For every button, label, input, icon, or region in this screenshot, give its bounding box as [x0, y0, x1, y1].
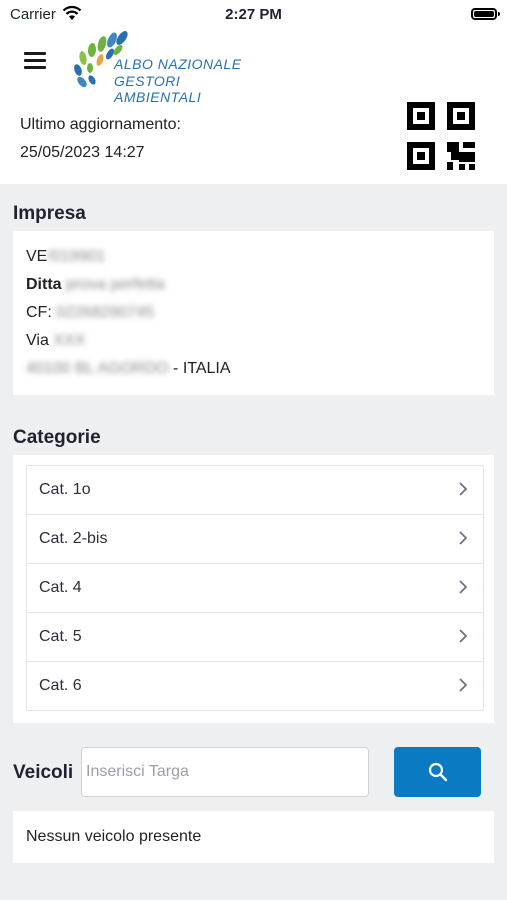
- category-label: Cat. 5: [39, 628, 82, 645]
- category-item-5[interactable]: Cat. 5: [27, 613, 483, 662]
- veicoli-title: Veicoli: [13, 762, 74, 783]
- last-update-label: Ultimo aggiornamento:: [20, 116, 181, 133]
- albo-logo: ALBO NAZIONALE GESTORI AMBIENTALI: [70, 28, 260, 105]
- category-item-6[interactable]: Cat. 6: [27, 662, 483, 710]
- category-label: Cat. 2-bis: [39, 530, 108, 547]
- status-bar: Carrier 2:27 PM: [0, 0, 507, 30]
- category-item-2-bis[interactable]: Cat. 2-bis: [27, 515, 483, 564]
- company-code-prefix: VE: [26, 248, 48, 265]
- via-label: Via: [26, 332, 49, 349]
- via-value: XXX: [53, 332, 86, 349]
- impresa-title: Impresa: [13, 203, 86, 224]
- chevron-right-icon: [459, 678, 468, 692]
- categorie-title: Categorie: [13, 427, 101, 448]
- categorie-list: Cat. 1o Cat. 2-bis Cat. 4 Cat. 5 Cat. 6: [26, 465, 484, 711]
- category-item-4[interactable]: Cat. 4: [27, 564, 483, 613]
- clock: 2:27 PM: [225, 6, 282, 23]
- ditta-label: Ditta: [26, 276, 62, 293]
- category-label: Cat. 1o: [39, 481, 91, 498]
- impresa-card: VE/019901 Ditta prova perfetta CF: 02268…: [13, 231, 494, 395]
- veicoli-empty-card: Nessun veicolo presente: [13, 811, 494, 863]
- category-label: Cat. 4: [39, 579, 82, 596]
- cf-label: CF:: [26, 304, 52, 321]
- battery-icon: [471, 8, 500, 20]
- targa-search-input[interactable]: [81, 747, 369, 797]
- city-value: 40100 BL AGORDO: [26, 360, 169, 377]
- ditta-value: prova perfetta: [66, 276, 165, 293]
- hamburger-menu-icon[interactable]: [24, 50, 48, 72]
- last-update-date: 25/05/2023 14:27: [20, 144, 145, 161]
- category-label: Cat. 6: [39, 677, 82, 694]
- logo-line2: GESTORI AMBIENTALI: [114, 73, 202, 105]
- category-item-1o[interactable]: Cat. 1o: [27, 466, 483, 515]
- categorie-card: Cat. 1o Cat. 2-bis Cat. 4 Cat. 5 Cat. 6: [13, 455, 494, 723]
- chevron-right-icon: [459, 580, 468, 594]
- logo-line1: ALBO NAZIONALE: [114, 56, 242, 72]
- city-row: 40100 BL AGORDO - ITALIA: [26, 360, 231, 378]
- cf-value: 02268290745: [56, 304, 155, 321]
- chevron-right-icon: [459, 531, 468, 545]
- qr-code-icon[interactable]: [407, 102, 477, 172]
- country-label: - ITALIA: [173, 360, 231, 377]
- company-code-row: VE/019901: [26, 248, 105, 266]
- company-code-value: /019901: [47, 248, 106, 265]
- search-button[interactable]: [394, 747, 481, 797]
- chevron-right-icon: [459, 629, 468, 643]
- no-vehicles-message: Nessun veicolo presente: [26, 828, 202, 845]
- chevron-right-icon: [459, 482, 468, 496]
- cf-row: CF: 02268290745: [26, 304, 154, 322]
- address-row: Via XXX: [26, 332, 85, 350]
- app-header: ALBO NAZIONALE GESTORI AMBIENTALI Ultimo…: [0, 30, 507, 184]
- ditta-row: Ditta prova perfetta: [26, 276, 165, 294]
- search-icon: [428, 762, 448, 782]
